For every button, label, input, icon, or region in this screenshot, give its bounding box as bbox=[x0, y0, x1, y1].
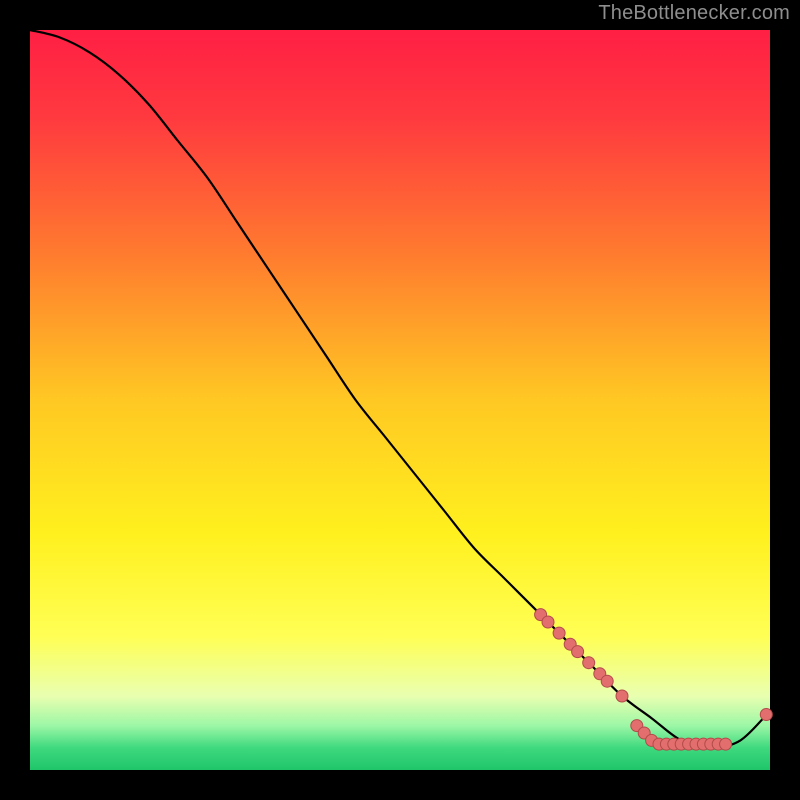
data-marker bbox=[572, 646, 584, 658]
data-marker bbox=[616, 690, 628, 702]
data-marker bbox=[601, 675, 613, 687]
data-marker bbox=[720, 738, 732, 750]
data-marker bbox=[542, 616, 554, 628]
attribution-label: TheBottlenecker.com bbox=[598, 2, 790, 25]
bottleneck-chart bbox=[0, 0, 800, 800]
data-marker bbox=[553, 627, 565, 639]
data-marker bbox=[583, 657, 595, 669]
plot-background bbox=[30, 30, 770, 770]
chart-container: { "attribution": "TheBottlenecker.com", … bbox=[0, 0, 800, 800]
data-marker bbox=[760, 709, 772, 721]
